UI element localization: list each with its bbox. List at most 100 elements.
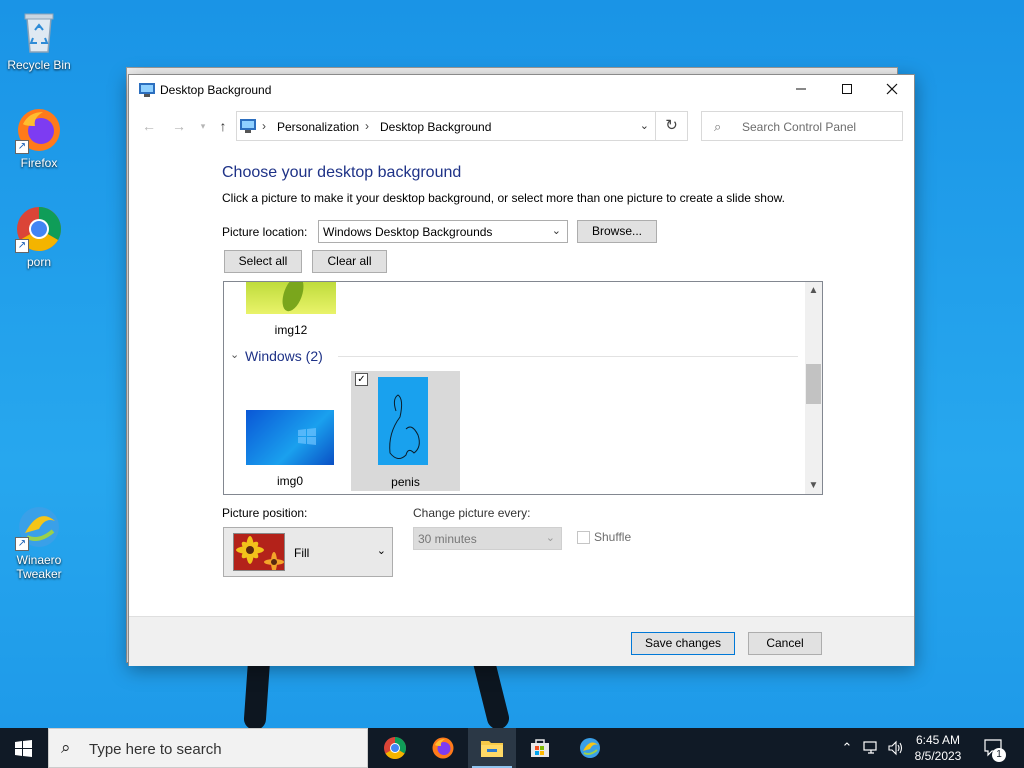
thumbnail-label: img12: [274, 323, 308, 337]
taskbar-file-explorer-button[interactable]: [468, 728, 516, 768]
desktop-icon-label: porn: [26, 255, 52, 269]
flower-preview-image: [234, 534, 284, 570]
notification-count-badge: 1: [992, 748, 1006, 762]
wallpaper-thumbnail-selected: [378, 377, 428, 465]
back-button[interactable]: ←: [139, 116, 159, 136]
page-title: Choose your desktop background: [222, 164, 462, 181]
picture-position-select[interactable]: Fill ⌄: [223, 527, 393, 577]
close-button[interactable]: [869, 75, 915, 105]
desktop-icon-label: Recycle Bin: [7, 58, 71, 72]
group-collapse-icon[interactable]: ⌄: [230, 348, 239, 361]
taskbar-store-button[interactable]: [516, 728, 564, 768]
taskbar-search-box[interactable]: ⌕ Type here to search: [48, 728, 368, 768]
desktop-icon-chrome[interactable]: ↗ porn: [1, 205, 77, 269]
navigation-bar: ← → ▾ ↑ › Personalization › Desktop Back…: [129, 111, 914, 141]
show-hidden-icons-button[interactable]: ⌃: [838, 728, 856, 768]
selection-checkbox[interactable]: ✓: [355, 373, 368, 386]
change-interval-select[interactable]: 30 minutes ⌄: [413, 527, 562, 550]
taskbar-winaero-tweaker-button[interactable]: [566, 728, 614, 768]
chrome-icon: ↗: [15, 205, 63, 253]
chevron-down-icon: ⌄: [545, 532, 555, 544]
cancel-button[interactable]: Cancel: [748, 632, 822, 655]
recycle-bin-icon: [15, 8, 63, 56]
picture-location-select[interactable]: Windows Desktop Backgrounds ⌄: [318, 220, 568, 243]
volume-icon: [888, 740, 903, 756]
winaero-tweaker-icon: [580, 738, 600, 758]
start-button[interactable]: [0, 728, 48, 768]
change-picture-label: Change picture every:: [413, 506, 531, 520]
scroll-up-icon[interactable]: ▲: [805, 282, 822, 299]
desktop-icon-recycle-bin[interactable]: Recycle Bin: [1, 8, 77, 72]
recent-locations-button[interactable]: ▾: [193, 116, 213, 136]
desktop-icon-winaero-tweaker[interactable]: ↗ Winaero Tweaker: [1, 503, 77, 581]
group-divider: [338, 356, 798, 357]
taskbar: ⌕ Type here to search ⌃ 6:45 AM 8/5/2023…: [0, 728, 1024, 768]
title-bar[interactable]: Desktop Background: [129, 75, 914, 105]
breadcrumb-personalization[interactable]: Personalization: [277, 120, 359, 134]
shuffle-checkbox[interactable]: [577, 531, 590, 544]
action-center-button[interactable]: 1: [978, 728, 1010, 768]
chevron-down-icon: ⌄: [551, 225, 561, 237]
shuffle-label: Shuffle: [594, 530, 632, 544]
firefox-icon: ↗: [15, 106, 63, 154]
forward-button[interactable]: →: [169, 116, 189, 136]
change-interval-value: 30 minutes: [418, 532, 477, 546]
footer-bar: Save changes Cancel: [129, 616, 914, 666]
up-button[interactable]: ↑: [213, 116, 233, 136]
taskbar-search-input[interactable]: Type here to search: [89, 741, 222, 758]
wallpaper-tile-selected[interactable]: ✓ penis: [351, 371, 460, 491]
page-description: Click a picture to make it your desktop …: [222, 191, 785, 205]
clear-all-button[interactable]: Clear all: [312, 250, 387, 273]
wallpaper-thumbnail-img12[interactable]: [246, 282, 336, 314]
control-panel-icon: [240, 119, 256, 133]
windows-logo-icon: [15, 740, 32, 757]
browse-button[interactable]: Browse...: [577, 220, 657, 243]
volume-button[interactable]: [884, 728, 906, 768]
firefox-icon: [432, 737, 454, 759]
breadcrumb-separator: ›: [262, 119, 266, 133]
shortcut-arrow-icon: ↗: [15, 537, 29, 551]
picture-position-value: Fill: [294, 546, 310, 560]
chevron-down-icon: ⌄: [376, 545, 386, 557]
window-title: Desktop Background: [160, 83, 272, 97]
refresh-button[interactable]: ↻: [655, 112, 687, 140]
maximize-icon: [842, 84, 852, 94]
desktop-background-window: Desktop Background ← → ▾ ↑ › Personaliza…: [128, 74, 915, 666]
minimize-button[interactable]: [778, 75, 824, 105]
search-box[interactable]: ⌕ Search Control Panel: [701, 111, 903, 141]
clock-date: 8/5/2023: [914, 749, 962, 763]
taskbar-chrome-button[interactable]: [371, 728, 419, 768]
position-preview-thumbnail: [233, 533, 285, 571]
scrollbar-thumb[interactable]: [806, 364, 821, 404]
chevron-up-icon: ⌃: [841, 740, 853, 755]
store-icon: [531, 739, 549, 757]
thumbnail-label: img0: [276, 474, 303, 488]
select-all-button[interactable]: Select all: [224, 250, 302, 273]
control-panel-icon: [139, 83, 155, 97]
chrome-icon: [384, 737, 406, 759]
taskbar-clock[interactable]: 6:45 AM 8/5/2023: [906, 732, 970, 764]
breadcrumb-desktop-background[interactable]: Desktop Background: [380, 120, 491, 134]
breadcrumb-separator: ›: [365, 119, 369, 133]
minimize-icon: [796, 88, 806, 90]
thumbnail-label: penis: [391, 475, 420, 489]
address-dropdown-icon[interactable]: ⌄: [640, 119, 649, 132]
windows-logo-icon: [298, 428, 316, 445]
taskbar-firefox-button[interactable]: [419, 728, 467, 768]
scroll-down-icon[interactable]: ▼: [805, 477, 822, 494]
address-bar[interactable]: › Personalization › Desktop Background ⌄…: [236, 111, 688, 141]
shortcut-arrow-icon: ↗: [15, 140, 29, 154]
group-header-windows[interactable]: Windows (2): [245, 348, 323, 364]
clock-time: 6:45 AM: [915, 733, 961, 747]
network-button[interactable]: [860, 728, 882, 768]
desktop-icon-label: Winaero Tweaker: [16, 553, 62, 581]
shortcut-arrow-icon: ↗: [15, 239, 29, 253]
gallery-scrollbar[interactable]: ▲ ▼: [805, 282, 822, 494]
save-changes-button[interactable]: Save changes: [631, 632, 735, 655]
wallpaper-gallery: img12 ⌄ Windows (2) img0 ✓ penis ▲ ▼: [223, 281, 823, 495]
desktop-icon-firefox[interactable]: ↗ Firefox: [1, 106, 77, 170]
search-input[interactable]: Search Control Panel: [742, 120, 856, 134]
maximize-button[interactable]: [824, 75, 870, 105]
picture-location-value: Windows Desktop Backgrounds: [323, 225, 493, 239]
wallpaper-thumbnail-img0[interactable]: [246, 410, 334, 465]
